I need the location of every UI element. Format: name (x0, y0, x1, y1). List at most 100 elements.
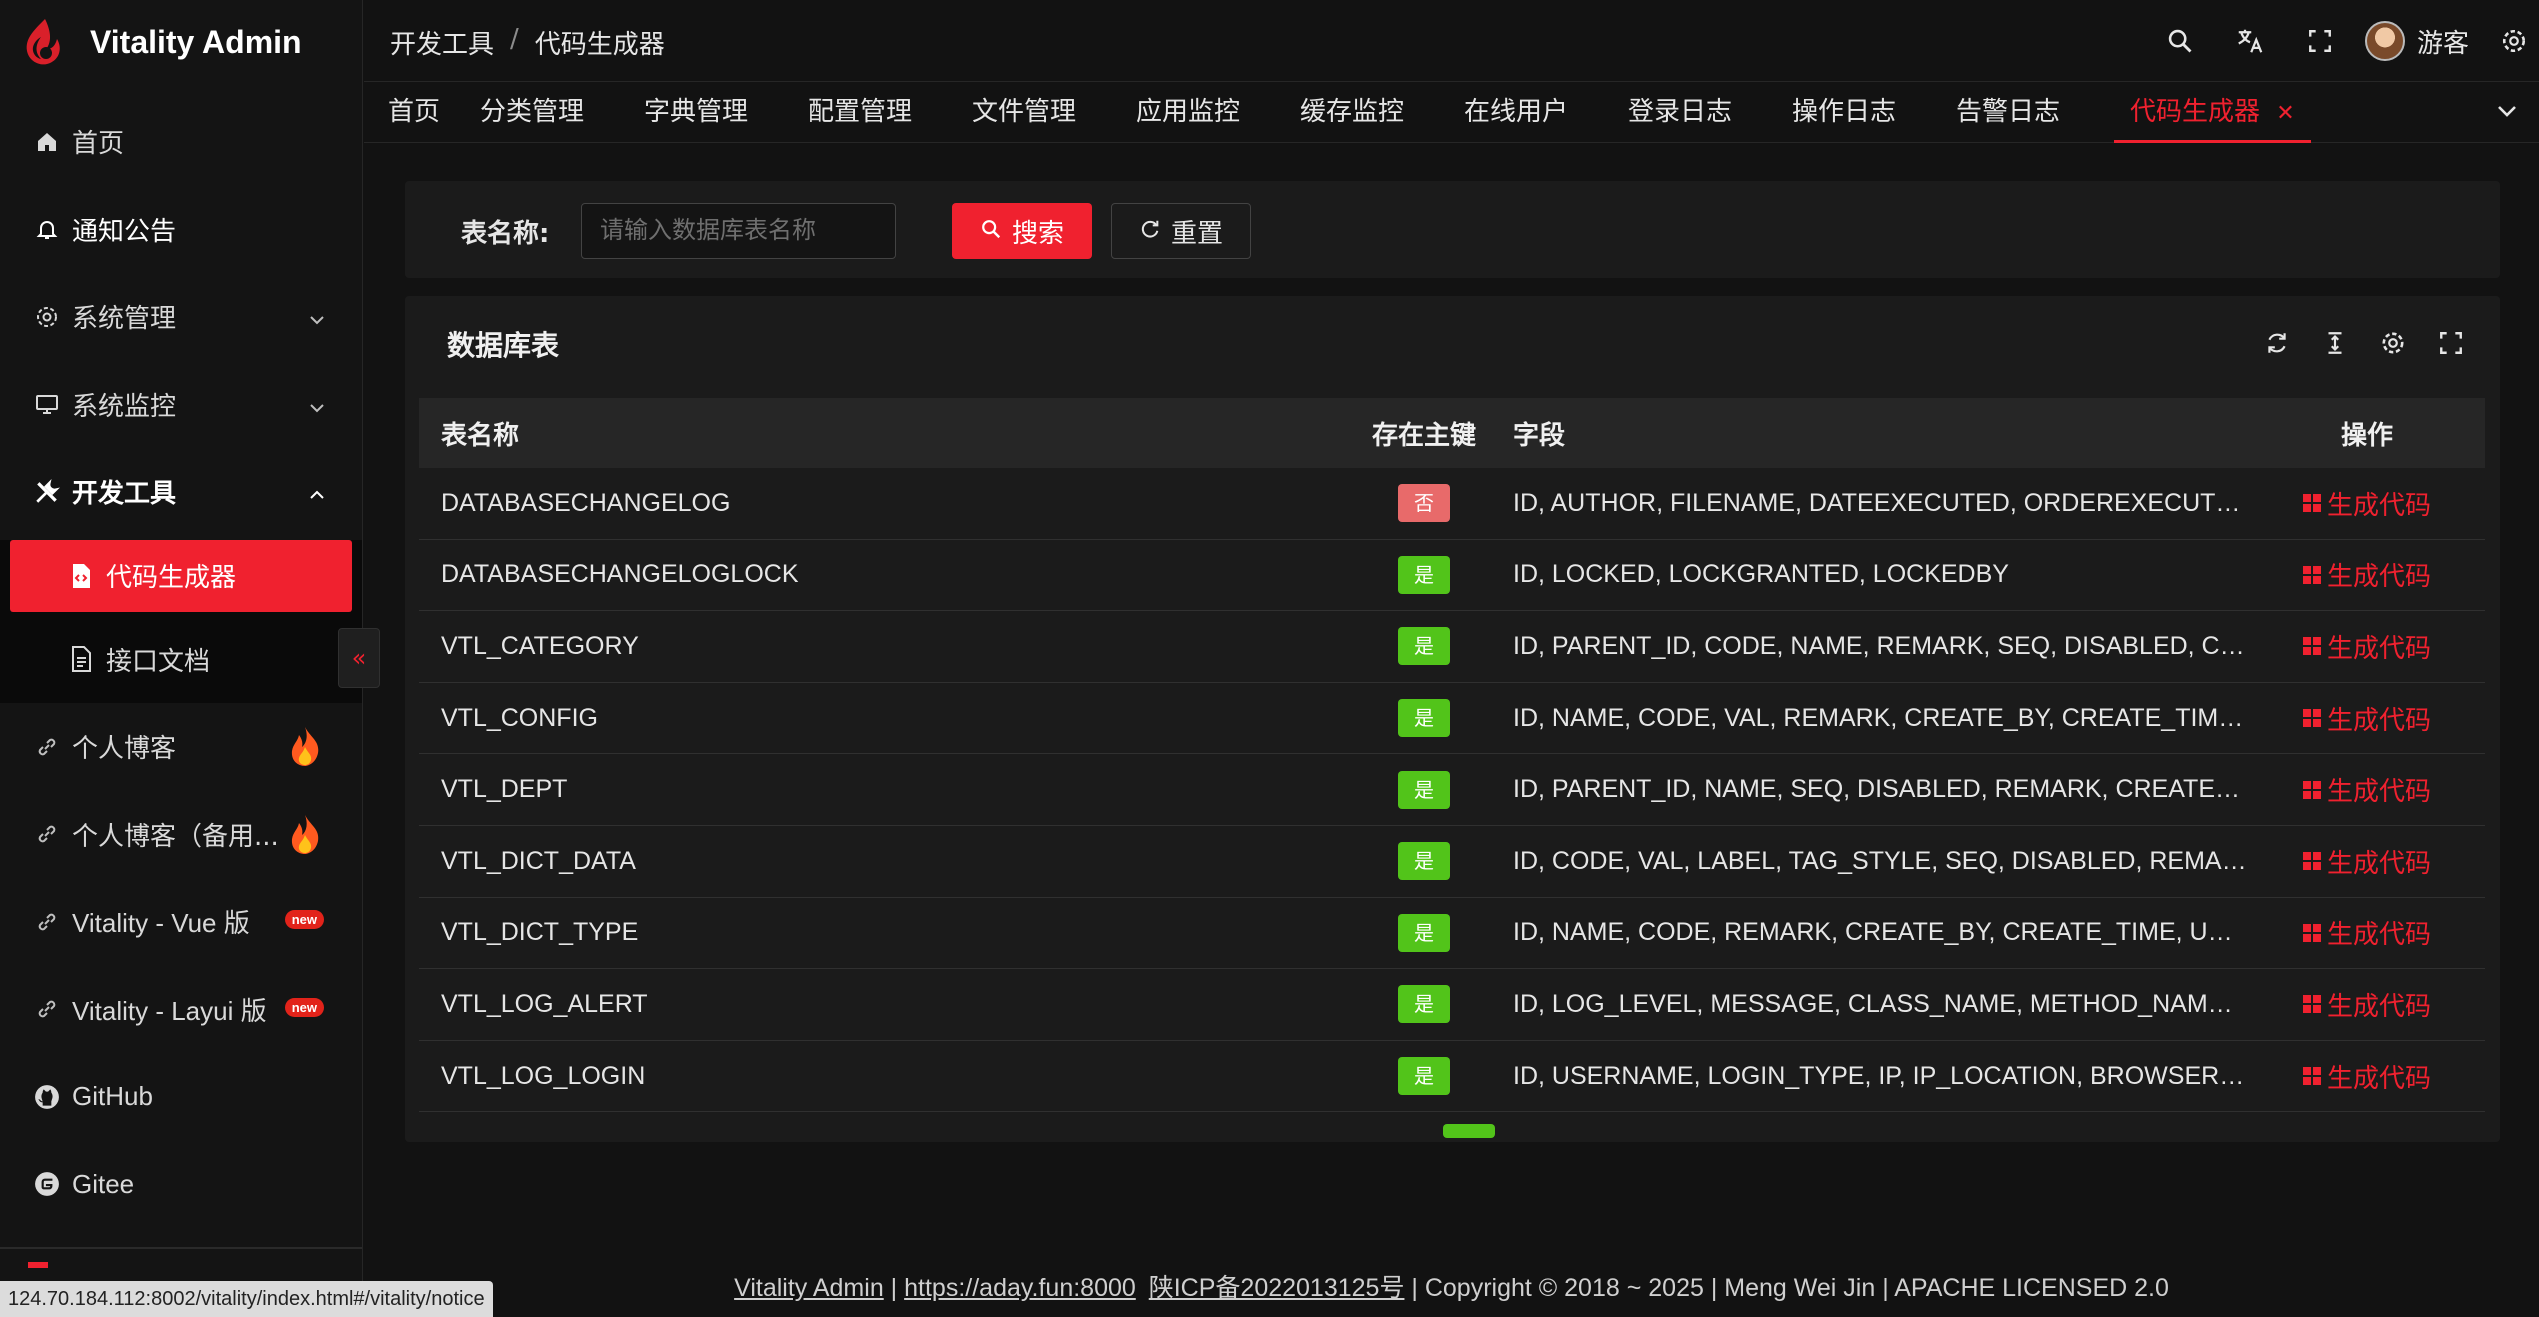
sidebar-item-label: 首页 (72, 129, 125, 160)
sidebar-item-gitee[interactable]: Gitee (0, 1141, 362, 1229)
grid-icon (2302, 1067, 2321, 1086)
sidebar-item-system[interactable]: 系统管理 (0, 273, 362, 361)
sidebar-item-label: 系统监控 (72, 391, 177, 422)
table-name-input[interactable] (581, 203, 896, 259)
link-icon (32, 819, 62, 849)
generate-code-button[interactable]: 生成代码 (2302, 556, 2431, 593)
grid-icon (2302, 637, 2321, 656)
translate-icon[interactable] (2215, 16, 2285, 66)
tab-category[interactable]: 分类管理 (464, 83, 600, 143)
sidebar-item-blog[interactable]: 个人博客 (0, 703, 362, 791)
reset-button[interactable]: 重置 (1111, 203, 1251, 259)
tab-bar: 首页 分类管理 字典管理 配置管理 文件管理 应用监控 缓存监控 在线用户 登录… (364, 83, 2539, 143)
sidebar-item-vue[interactable]: Vitality - Vue 版 new (0, 878, 362, 966)
chevron-down-icon[interactable] (2495, 101, 2519, 125)
user-menu[interactable]: 游客 (2364, 21, 2469, 61)
density-icon[interactable] (2316, 324, 2354, 362)
sidebar-item-api-docs[interactable]: 接口文档 (0, 616, 362, 704)
tab-login-log[interactable]: 登录日志 (1612, 83, 1748, 143)
fields-cell: ID, AUTHOR, FILENAME, DATEEXECUTED, ORDE… (1513, 488, 2249, 517)
avatar (2364, 21, 2405, 61)
footer-app-link[interactable]: Vitality Admin (734, 1274, 884, 1302)
fullscreen-icon[interactable] (2432, 324, 2470, 362)
browser-status-url: 124.70.184.112:8002/vitality/index.html#… (0, 1281, 493, 1317)
app-title: Vitality Admin (90, 23, 302, 60)
code-file-icon (66, 561, 96, 591)
sidebar-item-codegen[interactable]: 代码生成器 (10, 539, 352, 612)
table-name-cell: DATABASECHANGELOG (441, 488, 731, 517)
generate-code-button[interactable]: 生成代码 (2302, 843, 2431, 880)
sidebar-item-notice[interactable]: 通知公告 (0, 186, 362, 274)
tab-cache-monitor[interactable]: 缓存监控 (1284, 83, 1420, 143)
search-icon[interactable] (2145, 16, 2215, 66)
fields-cell: ID, LOCKED, LOCKGRANTED, LOCKEDBY (1513, 560, 2009, 589)
search-button[interactable]: 搜索 (952, 203, 1092, 259)
generate-code-button[interactable]: 生成代码 (2302, 485, 2431, 522)
tab-files[interactable]: 文件管理 (956, 83, 1092, 143)
sidebar-item-home[interactable]: 首页 (0, 98, 362, 186)
grid-icon (2302, 780, 2321, 799)
chevron-down-icon (308, 303, 326, 333)
tab-operation-log[interactable]: 操作日志 (1776, 83, 1912, 143)
generate-code-button[interactable]: 生成代码 (2302, 914, 2431, 951)
fullscreen-icon[interactable] (2285, 16, 2355, 66)
generate-code-button[interactable]: 生成代码 (2302, 986, 2431, 1023)
fire-icon (288, 813, 322, 862)
generate-code-button[interactable]: 生成代码 (2302, 628, 2431, 665)
tab-online-users[interactable]: 在线用户 (1448, 83, 1584, 143)
sidebar-item-layui[interactable]: Vitality - Layui 版 new (0, 966, 362, 1054)
sidebar-item-devtools[interactable]: 开发工具 (0, 448, 362, 536)
refresh-icon (1139, 216, 1161, 247)
sidebar-item-monitor[interactable]: 系统监控 (0, 361, 362, 449)
generate-code-label: 生成代码 (2326, 562, 2431, 593)
pk-tag: 是 (1398, 699, 1450, 738)
table-row: DATABASECHANGELOGLOCK 是 ID, LOCKED, LOCK… (419, 540, 2485, 612)
tab-dict[interactable]: 字典管理 (628, 83, 764, 143)
generate-code-button[interactable]: 生成代码 (2302, 700, 2431, 737)
sidebar-item-label: 个人博客（备用... (72, 821, 279, 852)
chevron-down-icon (308, 391, 326, 421)
column-header-actions: 操作 (2340, 420, 2393, 451)
tab-app-monitor[interactable]: 应用监控 (1120, 83, 1256, 143)
close-icon[interactable]: ✕ (2276, 101, 2294, 126)
column-settings-icon[interactable] (2374, 324, 2412, 362)
fields-cell: ID, PARENT_ID, NAME, SEQ, DISABLED, REMA… (1513, 775, 2249, 804)
document-icon (66, 644, 96, 674)
database-table: 表名称 存在主键 字段 操作 DATABASECHANGELOG 否 ID, A… (419, 398, 2485, 1139)
logout-icon[interactable] (28, 1262, 48, 1268)
pk-tag: 否 (1398, 484, 1450, 523)
pk-tag: 是 (1398, 555, 1450, 594)
collapse-sidebar-button[interactable]: « (338, 628, 380, 688)
search-panel: 表名称: 搜索 重置 (405, 181, 2500, 278)
generate-code-label: 生成代码 (2326, 490, 2431, 521)
pk-tag: 是 (1398, 1057, 1450, 1096)
footer-icp-link[interactable]: 陕ICP备2022013125号 (1149, 1274, 1405, 1302)
sidebar-item-github[interactable]: GitHub (0, 1053, 362, 1141)
refresh-icon[interactable] (2258, 324, 2296, 362)
generate-code-button[interactable]: 生成代码 (2302, 771, 2431, 808)
pk-tag: 是 (1398, 985, 1450, 1024)
new-badge: new (284, 997, 324, 1017)
logo[interactable]: Vitality Admin (18, 12, 302, 72)
breadcrumb: 开发工具 / 代码生成器 (390, 24, 665, 61)
tools-icon (32, 477, 62, 507)
sidebar-item-blog-backup[interactable]: 个人博客（备用... (0, 791, 362, 879)
fields-cell: ID, CODE, VAL, LABEL, TAG_STYLE, SEQ, DI… (1513, 846, 2249, 875)
generate-code-label: 生成代码 (2326, 848, 2431, 879)
tab-config[interactable]: 配置管理 (792, 83, 928, 143)
grid-icon (2302, 494, 2321, 513)
tab-alert-log[interactable]: 告警日志 (1940, 83, 2076, 143)
table-name-cell: VTL_CONFIG (441, 703, 598, 732)
monitor-icon (32, 389, 62, 419)
tab-codegen[interactable]: 代码生成器 ✕ (2114, 83, 2311, 143)
table-name-cell: VTL_LOG_ALERT (441, 989, 648, 1018)
breadcrumb-item[interactable]: 开发工具 (390, 24, 494, 61)
pk-tag: 是 (1398, 913, 1450, 952)
grid-icon (2302, 709, 2321, 728)
settings-gear-icon[interactable] (2489, 16, 2539, 66)
footer-url-link[interactable]: https://aday.fun:8000 (904, 1274, 1136, 1302)
tab-label: 代码生成器 (2130, 97, 2261, 127)
generate-code-button[interactable]: 生成代码 (2302, 1058, 2431, 1095)
tab-home[interactable]: 首页 (372, 83, 456, 143)
generate-code-label: 生成代码 (2326, 705, 2431, 736)
